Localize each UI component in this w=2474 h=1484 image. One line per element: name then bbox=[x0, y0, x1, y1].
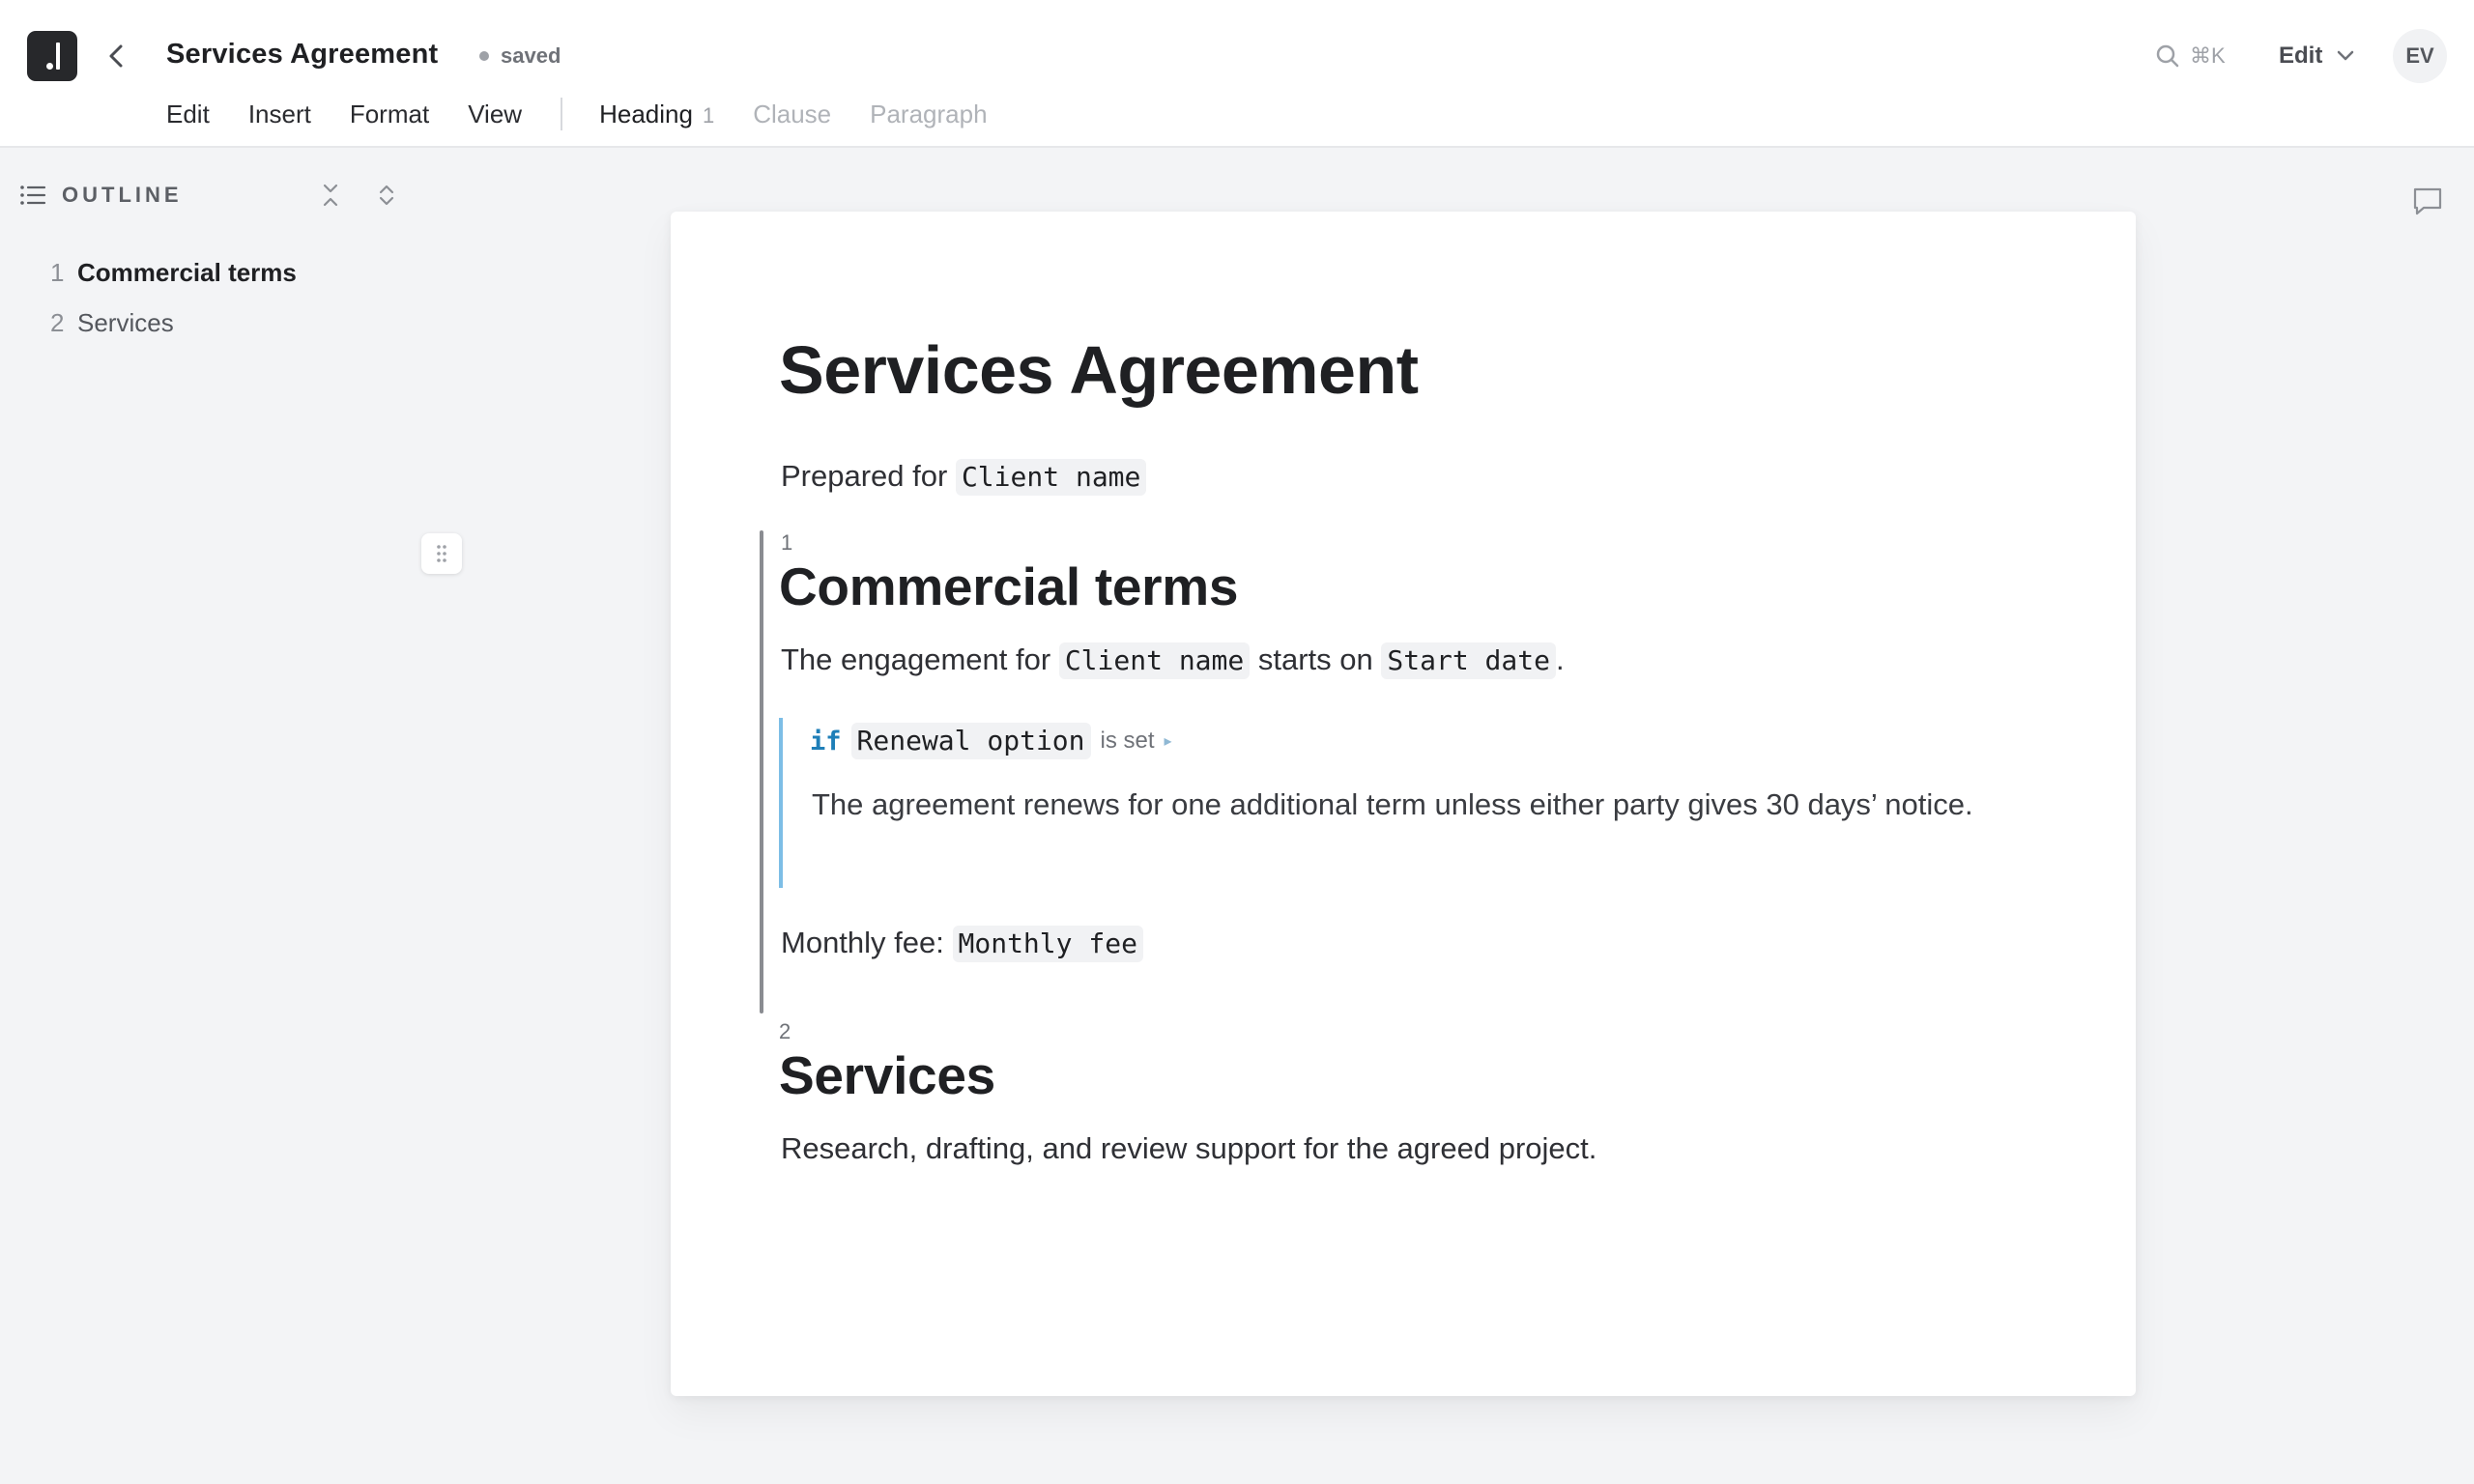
menu-insert[interactable]: Insert bbox=[248, 100, 311, 129]
collapse-icon bbox=[323, 184, 338, 207]
chevron-down-icon bbox=[2338, 50, 2354, 61]
search-icon bbox=[2156, 44, 2179, 68]
menu-edit[interactable]: Edit bbox=[166, 100, 210, 129]
block-type-paragraph[interactable]: Paragraph bbox=[870, 100, 987, 129]
block-type-heading-label: Heading bbox=[599, 99, 693, 128]
section-heading-commercial-terms[interactable]: Commercial terms bbox=[779, 556, 1238, 617]
monthly-fee-label: Monthly fee: bbox=[781, 926, 944, 959]
engagement-paragraph[interactable]: The engagement for Client name starts on… bbox=[781, 637, 1565, 683]
conditional-clause-text[interactable]: The agreement renews for one additional … bbox=[812, 782, 2020, 828]
search-button[interactable]: ⌘K bbox=[2155, 39, 2226, 73]
condition-operator[interactable]: is set bbox=[1101, 728, 1155, 755]
engagement-text-2: starts on bbox=[1257, 642, 1373, 676]
block-drag-handle[interactable] bbox=[421, 533, 462, 574]
comment-icon bbox=[2413, 187, 2442, 215]
status-dot-icon bbox=[479, 51, 489, 61]
prepared-for-text: Prepared for bbox=[781, 459, 948, 493]
mode-label: Edit bbox=[2279, 43, 2323, 69]
condition-keyword: if bbox=[810, 726, 842, 756]
back-button[interactable] bbox=[101, 39, 131, 73]
variable-client-name[interactable]: Client name bbox=[955, 459, 1147, 496]
outline-item-number: 1 bbox=[50, 257, 65, 287]
menu-format[interactable]: Format bbox=[350, 100, 429, 129]
menu-view[interactable]: View bbox=[468, 100, 522, 129]
outline-item-label: Services bbox=[77, 307, 174, 337]
heading-level: 1 bbox=[702, 102, 715, 128]
drag-handle-icon bbox=[437, 545, 446, 562]
logo-dot bbox=[46, 63, 53, 70]
prepared-for-line[interactable]: Prepared for Client name bbox=[781, 453, 1147, 499]
active-section-indicator bbox=[760, 530, 763, 1013]
condition-header[interactable]: if Renewal option is set ▸ bbox=[810, 722, 1172, 760]
document-heading[interactable]: Services Agreement bbox=[779, 331, 1419, 409]
user-avatar[interactable]: EV bbox=[2393, 29, 2447, 83]
app-header: Services Agreement saved ⌘K Edit EV Edit… bbox=[0, 0, 2474, 148]
variable-renewal-option[interactable]: Renewal option bbox=[850, 723, 1091, 759]
outline-item-label: Commercial terms bbox=[77, 257, 297, 287]
menu-divider bbox=[561, 98, 563, 130]
mode-dropdown[interactable]: Edit bbox=[2279, 39, 2355, 73]
outline-title: OUTLINE bbox=[62, 183, 183, 207]
section-number: 2 bbox=[779, 1019, 791, 1043]
engagement-text-3: . bbox=[1555, 642, 1565, 676]
list-icon bbox=[20, 186, 46, 205]
outline-header: OUTLINE bbox=[19, 180, 406, 211]
chevron-left-icon bbox=[109, 44, 123, 68]
section-number: 1 bbox=[781, 530, 793, 555]
conditional-block[interactable]: if Renewal option is set ▸ The agreement… bbox=[779, 718, 2035, 888]
engagement-text-1: The engagement for bbox=[781, 642, 1051, 676]
app-logo[interactable] bbox=[27, 31, 77, 81]
block-type-heading[interactable]: Heading 1 bbox=[599, 100, 714, 129]
search-shortcut: ⌘K bbox=[2190, 43, 2226, 68]
section-heading-services[interactable]: Services bbox=[779, 1044, 995, 1106]
outline-item-commercial-terms[interactable]: 1 Commercial terms bbox=[50, 247, 297, 298]
expand-all-button[interactable] bbox=[371, 180, 402, 211]
save-status: saved bbox=[479, 43, 561, 68]
document-title[interactable]: Services Agreement bbox=[166, 39, 438, 71]
outline-item-number: 2 bbox=[50, 307, 65, 337]
expand-icon bbox=[379, 185, 394, 206]
block-type-clause[interactable]: Clause bbox=[753, 100, 831, 129]
collapse-all-button[interactable] bbox=[315, 180, 346, 211]
variable-monthly-fee[interactable]: Monthly fee bbox=[952, 926, 1143, 962]
variable-client-name[interactable]: Client name bbox=[1058, 642, 1251, 679]
caret-right-icon[interactable]: ▸ bbox=[1165, 731, 1172, 751]
document-page[interactable]: Services Agreement Prepared for Client n… bbox=[671, 212, 2136, 1396]
save-status-label: saved bbox=[501, 43, 561, 68]
services-paragraph[interactable]: Research, drafting, and review support f… bbox=[781, 1126, 1597, 1172]
outline-list: 1 Commercial terms 2 Services bbox=[50, 247, 297, 348]
monthly-fee-line[interactable]: Monthly fee: Monthly fee bbox=[781, 920, 1143, 966]
outline-item-services[interactable]: 2 Services bbox=[50, 298, 297, 348]
logo-bar bbox=[56, 43, 60, 70]
menu-bar: Edit Insert Format View Heading 1 Clause … bbox=[166, 97, 1026, 131]
variable-start-date[interactable]: Start date bbox=[1381, 642, 1556, 679]
comments-button[interactable] bbox=[2410, 184, 2445, 218]
